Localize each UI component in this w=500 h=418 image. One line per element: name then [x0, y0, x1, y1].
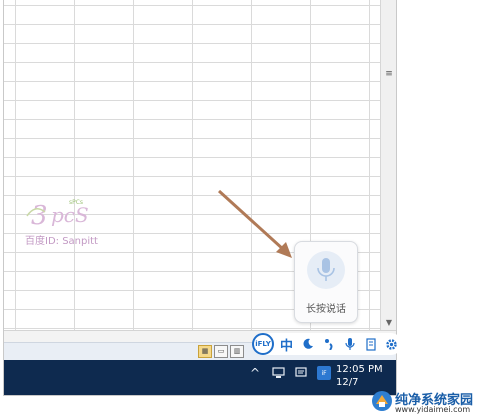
watermark-id-text: 百度ID: Sanpitt — [25, 236, 98, 247]
svg-text:3: 3 — [31, 201, 48, 231]
watermark: 3 pcS sPCs 百度ID: Sanpitt — [25, 196, 125, 247]
site-brand: 纯净系统家园 www.yidaimei.com — [363, 389, 491, 415]
brand-logo-icon — [372, 391, 392, 411]
3PCS-logo: 3 pcS sPCs — [26, 199, 89, 231]
svg-text:pcS: pcS — [51, 203, 89, 227]
brand-url[interactable]: www.yidaimei.com — [395, 405, 470, 414]
svg-text:sPCs: sPCs — [69, 199, 83, 206]
